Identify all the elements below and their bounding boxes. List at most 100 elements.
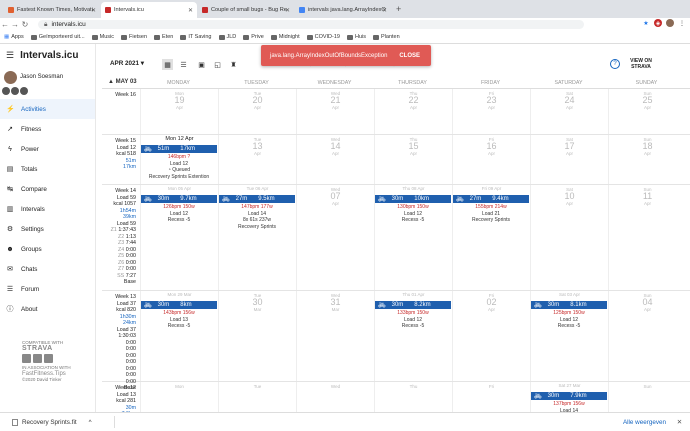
close-tab-icon[interactable]: ✕ <box>285 7 290 14</box>
bookmark-folder[interactable]: Planten <box>373 34 400 40</box>
nav-item-forum[interactable]: ☰ Forum <box>0 279 95 299</box>
forum-icon: ☰ <box>6 286 14 293</box>
nav-item-totals[interactable]: ▤ Totals <box>0 159 95 179</box>
chevron-up-icon[interactable]: ^ <box>89 419 92 426</box>
close-button[interactable]: CLOSE <box>399 53 420 59</box>
day-cell[interactable]: Wed 14 Apr <box>296 135 374 184</box>
browser-tab[interactable]: intervals java.lang.ArrayIndexO ✕ <box>295 2 391 18</box>
instagram-icon[interactable] <box>44 354 53 363</box>
help-icon[interactable]: ? <box>610 59 620 69</box>
back-icon[interactable]: ← <box>0 20 10 29</box>
bookmark-apps[interactable]: ▦ Apps <box>4 34 24 40</box>
new-tab-icon[interactable]: + <box>396 4 401 14</box>
download-item[interactable]: Recovery Sprints.fit ^ <box>12 418 92 426</box>
day-cell[interactable]: Fri 16 Apr <box>452 135 530 184</box>
day-cell[interactable]: Sun 11 Apr <box>608 185 686 290</box>
browser-tab[interactable]: Fastest Known Times, Motivati ✕ <box>4 2 100 18</box>
browser-tab[interactable]: Couple of small bugs - Bug Re ✕ <box>198 2 294 18</box>
bookmark-folder[interactable]: Huis <box>346 34 366 40</box>
list-view-icon[interactable]: ☰ <box>178 59 189 70</box>
nav-item-chats[interactable]: ✉ Chats <box>0 259 95 279</box>
day-cell[interactable]: Sat 24 Apr <box>530 89 608 134</box>
twitter-icon[interactable] <box>22 354 31 363</box>
activity-bar[interactable]: 🚲︎ 30m 10km <box>375 195 451 203</box>
day-cell[interactable]: Thu 15 Apr <box>374 135 452 184</box>
activity-time: 30m <box>547 393 560 399</box>
bookmark-folder[interactable]: IT Saving <box>180 34 212 40</box>
profile-icon[interactable] <box>666 19 674 27</box>
nav-item-intervals[interactable]: ▥ Intervals <box>0 199 95 219</box>
forward-icon[interactable]: → <box>10 20 20 29</box>
activity-bar[interactable]: 🚲︎ 27m 9.5km <box>219 195 295 203</box>
bike-icon: 🚲︎ <box>378 196 386 203</box>
bookmark-folder[interactable]: Eten <box>154 34 173 40</box>
avatar[interactable] <box>2 87 10 95</box>
error-message: java.lang.ArrayIndexOutOfBoundsException <box>270 52 388 59</box>
nav-item-about[interactable]: ⓘ About <box>0 299 95 319</box>
show-all-downloads-link[interactable]: Alle weergeven <box>623 419 666 426</box>
day-cell[interactable]: Fri 02 Apr <box>452 291 530 381</box>
nav-item-activities[interactable]: ⚡ Activities <box>0 99 95 119</box>
menu-icon[interactable]: ⋮ <box>678 19 686 27</box>
day-cell[interactable]: Sun 18 Apr <box>608 135 686 184</box>
training-plan-icon[interactable]: ◱ <box>212 59 223 70</box>
day-cell[interactable]: Wed 07 Apr <box>296 185 374 290</box>
activity-bar[interactable]: 🚲︎ 51m 17km <box>141 145 217 153</box>
bookmark-folder[interactable]: Prive <box>243 34 264 40</box>
extension-icon[interactable]: ◈ <box>654 19 662 27</box>
bookmark-folder[interactable]: Geïmporteerd uit... <box>30 34 85 40</box>
bookmark-folder[interactable]: Music <box>91 34 114 40</box>
folder-icon <box>218 34 225 40</box>
url-input[interactable]: 🔒︎ intervals.icu <box>38 20 584 29</box>
activity-bar[interactable]: 🚲︎ 30m 7.9km <box>531 392 607 400</box>
nav-item-power[interactable]: ϟ Power <box>0 139 95 159</box>
day-cell[interactable]: Sat 17 Apr <box>530 135 608 184</box>
close-tab-icon[interactable]: ✕ <box>382 7 387 14</box>
planner-icon[interactable]: ▣ <box>196 59 207 70</box>
day-cell[interactable]: Tue 20 Apr <box>218 89 296 134</box>
day-cell[interactable]: Wed 31 Mar <box>296 291 374 381</box>
nav-item-fitness[interactable]: ↗ Fitness <box>0 119 95 139</box>
nav-item-label: Groups <box>21 245 42 253</box>
calendar-view-icon[interactable]: ▦ <box>162 59 173 70</box>
day-cell[interactable]: Sun 04 Apr <box>608 291 686 381</box>
activity-bar[interactable]: 🚲︎ 30m 8km <box>141 301 217 309</box>
close-tab-icon[interactable]: ✕ <box>91 7 96 14</box>
day-cell[interactable]: Tue 30 Mar <box>218 291 296 381</box>
activity-bar[interactable]: 🚲︎ 30m 8.1km <box>531 301 607 309</box>
activity-bar[interactable]: 🚲︎ 30m 8.2km <box>375 301 451 309</box>
favicon-icon <box>8 7 14 13</box>
star-icon[interactable]: ★ <box>642 19 650 27</box>
day-cell[interactable]: Sat 10 Apr <box>530 185 608 290</box>
close-icon[interactable]: ✕ <box>677 419 682 426</box>
avatar[interactable] <box>20 87 28 95</box>
bookmark-folder[interactable]: Fietsen <box>120 34 147 40</box>
facebook-icon[interactable] <box>33 354 42 363</box>
nav-item-compare[interactable]: ↹ Compare <box>0 179 95 199</box>
bookmark-folder[interactable]: Midnight <box>270 34 300 40</box>
bookmark-folder[interactable]: COVID-19 <box>306 34 340 40</box>
avatar[interactable] <box>11 87 19 95</box>
bookmark-folder[interactable]: JLD <box>218 34 236 40</box>
activity-bar[interactable]: 🚲︎ 27m 9.4km <box>453 195 529 203</box>
nav-item-settings[interactable]: ⚙ Settings <box>0 219 95 239</box>
brand-title[interactable]: Intervals.icu <box>20 50 78 61</box>
scroll-up-date[interactable]: ▲ MAY 03 <box>108 79 137 85</box>
strava-logo[interactable]: STRAVA <box>22 345 71 352</box>
close-tab-icon[interactable]: ✕ <box>188 7 193 14</box>
robot-icon[interactable]: ♜ <box>228 59 239 70</box>
hamburger-icon[interactable]: ☰ <box>6 50 14 61</box>
day-cell[interactable]: Fri 23 Apr <box>452 89 530 134</box>
month-select[interactable]: APR 2021 ▾ <box>110 60 144 67</box>
nav-item-groups[interactable]: ☻ Groups <box>0 239 95 259</box>
activity-bar[interactable]: 🚲︎ 30m 9.7km <box>141 195 217 203</box>
browser-tab-active[interactable]: Intervals.icu ✕ <box>101 2 197 18</box>
day-cell[interactable]: Tue 13 Apr <box>218 135 296 184</box>
day-cell[interactable]: Mon 19 Apr <box>140 89 218 134</box>
view-on-strava-button[interactable]: VIEW ON STRAVA <box>628 58 654 70</box>
day-cell[interactable]: Wed 21 Apr <box>296 89 374 134</box>
user-profile[interactable]: Jason Soesman <box>0 69 95 85</box>
day-cell[interactable]: Thu 22 Apr <box>374 89 452 134</box>
day-cell[interactable]: Sun 25 Apr <box>608 89 686 134</box>
reload-icon[interactable]: ↻ <box>20 20 30 29</box>
